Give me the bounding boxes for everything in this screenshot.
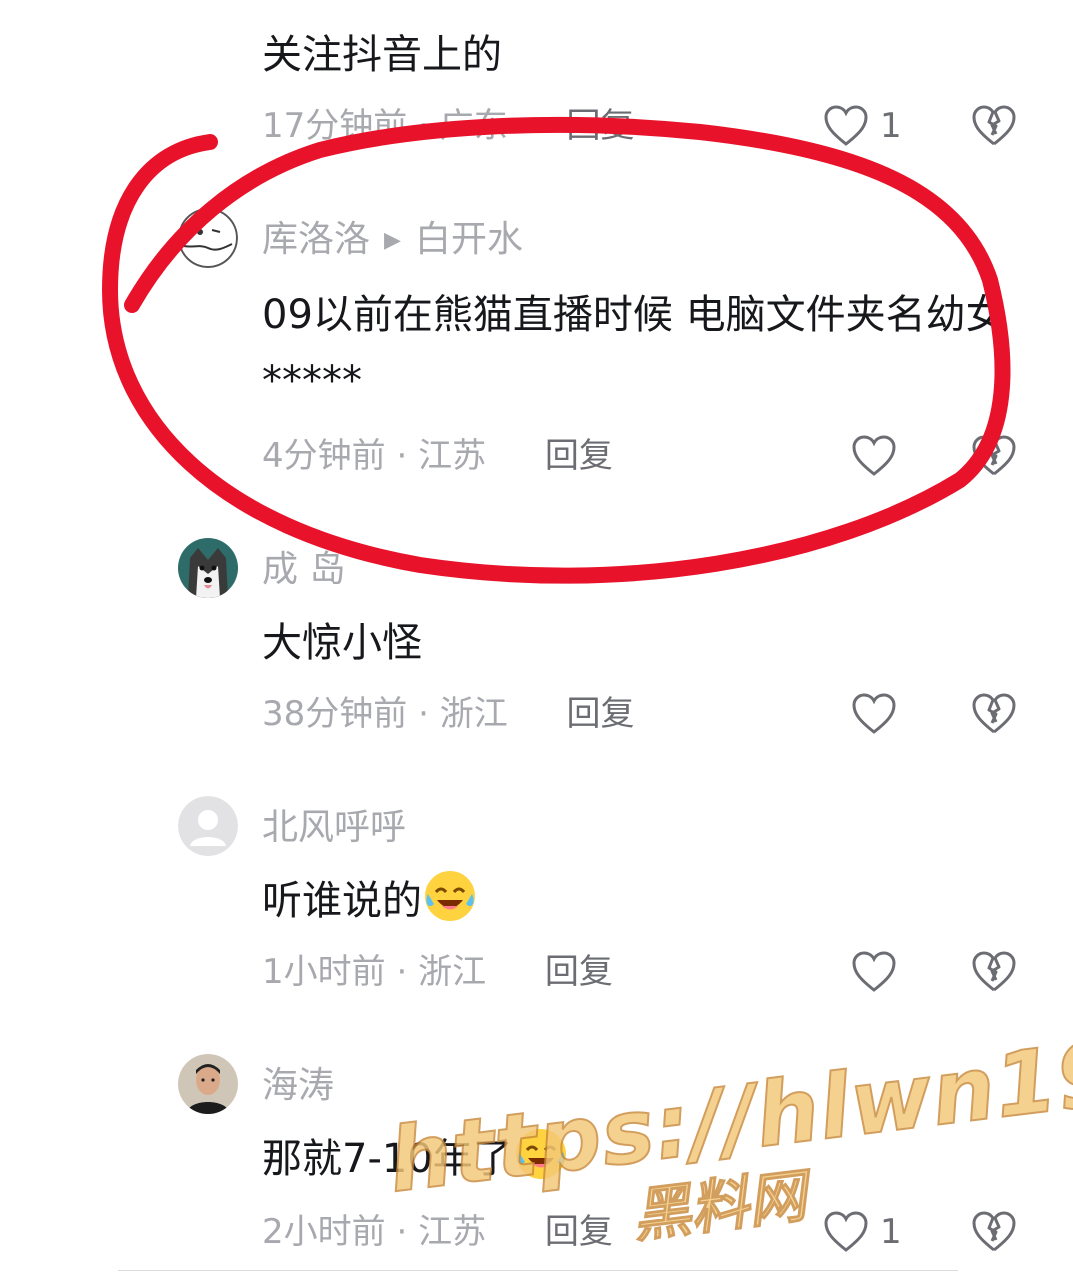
comment-meta: 38分钟前 · 浙江 回复 (262, 694, 635, 734)
comment-text-content: 那就7-10年了 (262, 1136, 513, 1182)
comment-text: 关注抖音上的 (262, 32, 502, 78)
comment-meta: 4分钟前 · 江苏 回复 (262, 436, 613, 476)
comment-author: 库洛洛 ▶ 白开水 (262, 218, 523, 263)
comment-text-content: 听谁说的 (262, 878, 422, 924)
comment-text: 听谁说的 (262, 868, 1022, 934)
avatar[interactable] (178, 208, 238, 268)
comment-time: 38分钟前 (262, 694, 408, 734)
reply-button[interactable]: 回复 (545, 952, 613, 992)
comment-time: 2小时前 (262, 1212, 386, 1252)
reply-arrow-icon: ▶ (384, 228, 401, 253)
comment-text: 那就7-10年了 (262, 1126, 1022, 1192)
comment-location: 浙江 (439, 694, 508, 734)
broken-heart-icon[interactable] (970, 102, 1018, 150)
like-icon[interactable] (822, 1208, 870, 1256)
laugh-cry-emoji (425, 871, 475, 921)
broken-heart-icon[interactable] (970, 432, 1018, 480)
broken-heart-icon[interactable] (970, 948, 1018, 996)
comment-meta: 2小时前 · 江苏 回复 (262, 1212, 613, 1252)
broken-heart-icon[interactable] (970, 690, 1018, 738)
comment-location: 江苏 (418, 436, 487, 476)
reply-button[interactable]: 回复 (545, 436, 613, 476)
author-name[interactable]: 库洛洛 (262, 219, 370, 260)
like-icon[interactable] (850, 432, 898, 480)
avatar[interactable] (178, 1054, 238, 1114)
comment-time: 4分钟前 (262, 436, 386, 476)
comment-author[interactable]: 北风呼呼 (262, 806, 406, 850)
comment-text: 大惊小怪 (262, 620, 422, 666)
comment-time: 17分钟前 (262, 106, 408, 146)
like-icon[interactable] (850, 690, 898, 738)
like-icon[interactable] (822, 102, 870, 150)
like-icon[interactable] (850, 948, 898, 996)
comment-author[interactable]: 海涛 (262, 1064, 334, 1108)
reply-button[interactable]: 回复 (545, 1212, 613, 1252)
default-avatar-icon[interactable] (178, 796, 238, 856)
like-count: 1 (880, 106, 902, 146)
comment-author[interactable]: 成 岛 (262, 548, 345, 592)
bottom-divider (118, 1270, 958, 1281)
comment-location: 浙江 (418, 952, 487, 992)
broken-heart-icon[interactable] (970, 1208, 1018, 1256)
comment-location: 广东 (439, 106, 508, 146)
comment-meta: 17分钟前 · 广东 回复 (262, 106, 635, 146)
comment-location: 江苏 (418, 1212, 487, 1252)
comment-meta: 1小时前 · 浙江 回复 (262, 952, 613, 992)
avatar[interactable] (178, 538, 238, 598)
reply-button[interactable]: 回复 (567, 694, 635, 734)
like-count: 1 (880, 1212, 902, 1252)
comment-time: 1小时前 (262, 952, 386, 992)
reply-to-name[interactable]: 白开水 (415, 219, 523, 260)
comment-text: 09以前在熊猫直播时候 电脑文件夹名幼女***** (262, 292, 1006, 404)
laugh-cry-emoji (515, 1129, 566, 1179)
reply-button[interactable]: 回复 (567, 106, 635, 146)
